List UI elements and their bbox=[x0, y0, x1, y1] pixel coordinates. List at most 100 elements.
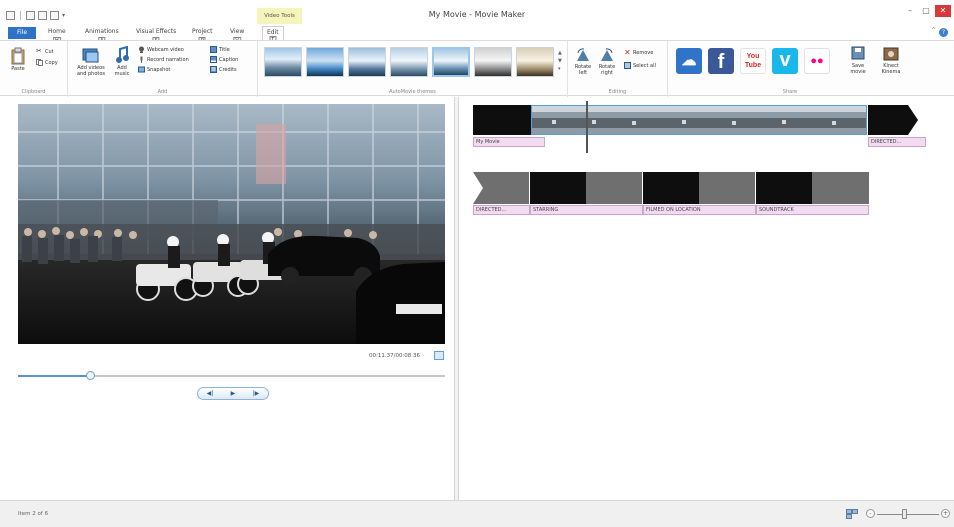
select-all-button[interactable]: Select all bbox=[624, 62, 656, 69]
kinect-kinema-button[interactable]: Kinect Kinema bbox=[876, 46, 906, 75]
caption-my-movie[interactable]: My Movie bbox=[473, 137, 545, 147]
rotate-right-icon bbox=[601, 48, 613, 61]
flickr-icon[interactable]: ●● bbox=[804, 48, 830, 74]
add-music-button[interactable]: Add music bbox=[110, 46, 134, 77]
split-icon[interactable] bbox=[434, 351, 444, 360]
seek-thumb[interactable] bbox=[86, 371, 96, 380]
tab-project-label: Project bbox=[192, 28, 213, 35]
ribbon: Paste ✂ Cut Copy Clipboard Add videos an… bbox=[0, 40, 954, 97]
title-label: Title bbox=[219, 46, 230, 53]
theme-thumbnail[interactable] bbox=[306, 47, 344, 77]
caption-label: Caption bbox=[219, 56, 239, 63]
share-group: ☁ f You Tube v ●● Save movie Kinect Kine… bbox=[668, 41, 912, 97]
copy-icon bbox=[36, 59, 43, 66]
seek-bar-progress bbox=[18, 375, 91, 377]
title-button[interactable]: Title bbox=[210, 46, 230, 53]
playback-controls: ◀| ▶ |▶ bbox=[197, 387, 269, 400]
onedrive-icon[interactable]: ☁ bbox=[676, 48, 702, 74]
help-icon[interactable]: ? bbox=[939, 28, 948, 37]
add-videos-photos-button[interactable]: Add videos and photos bbox=[74, 46, 108, 77]
theme-thumbnail[interactable] bbox=[390, 47, 428, 77]
caption-starring[interactable]: STARRING bbox=[530, 205, 643, 215]
theme-thumbnail-selected[interactable] bbox=[432, 47, 470, 77]
theme-thumbnail[interactable] bbox=[474, 47, 512, 77]
tab-animations[interactable]: Animations A bbox=[85, 28, 119, 45]
video-preview[interactable] bbox=[18, 104, 445, 344]
record-narration-label: Record narration bbox=[147, 56, 189, 63]
window-controls: – ▢ ✕ bbox=[903, 5, 951, 17]
tab-project[interactable]: Project P bbox=[192, 28, 213, 45]
editing-group-label: Editing bbox=[608, 89, 627, 95]
tab-view[interactable]: View V bbox=[230, 28, 244, 45]
snapshot-icon bbox=[138, 66, 145, 73]
webcam-video-button[interactable]: Webcam video bbox=[138, 46, 184, 53]
save-movie-label: Save movie bbox=[850, 63, 866, 75]
remove-button[interactable]: ✕ Remove bbox=[624, 48, 654, 57]
record-narration-button[interactable]: Record narration bbox=[138, 56, 189, 63]
minimize-button[interactable]: – bbox=[903, 5, 917, 17]
cut-button[interactable]: ✂ Cut bbox=[36, 48, 54, 55]
minimize-ribbon-icon[interactable]: ^ bbox=[931, 27, 936, 34]
vimeo-icon[interactable]: v bbox=[772, 48, 798, 74]
close-button[interactable]: ✕ bbox=[935, 5, 951, 17]
add-videos-label: Add videos and photos bbox=[76, 65, 106, 77]
zoom-in-button[interactable]: + bbox=[941, 509, 950, 518]
play-icon[interactable]: ▶ bbox=[231, 390, 236, 397]
video-clip-filmstrip bbox=[532, 106, 866, 134]
remove-label: Remove bbox=[633, 49, 654, 56]
rotate-left-button[interactable]: Rotate left bbox=[572, 47, 594, 76]
copy-label: Copy bbox=[45, 59, 58, 66]
seek-bar[interactable] bbox=[18, 375, 445, 377]
theme-thumbnail[interactable] bbox=[348, 47, 386, 77]
themes-scroll: ▲ ▼ ▾ bbox=[558, 49, 564, 75]
facebook-icon[interactable]: f bbox=[708, 48, 734, 74]
snapshot-button[interactable]: Snapshot bbox=[138, 66, 170, 73]
tab-visual-effects-label: Visual Effects bbox=[136, 28, 177, 35]
title-clip[interactable] bbox=[473, 105, 531, 135]
movie-maker-window: ▾ Video Tools My Movie - Movie Maker – ▢… bbox=[0, 0, 954, 527]
credits-row bbox=[473, 172, 869, 204]
maximize-button[interactable]: ▢ bbox=[919, 5, 933, 17]
clipboard-group-label: Clipboard bbox=[21, 89, 46, 95]
caption-soundtrack[interactable]: SOUNDTRACK bbox=[756, 205, 869, 215]
playhead[interactable] bbox=[586, 101, 588, 153]
thumbnail-size-icon[interactable] bbox=[846, 509, 858, 519]
tab-file[interactable]: File bbox=[8, 27, 36, 39]
previous-frame-icon[interactable]: ◀| bbox=[207, 390, 214, 397]
credits-icon bbox=[210, 66, 217, 73]
zoom-out-button[interactable]: - bbox=[866, 509, 875, 518]
caption-filmed-on-location[interactable]: FILMED ON LOCATION bbox=[643, 205, 756, 215]
themes-scroll-down-icon[interactable]: ▼ bbox=[558, 57, 564, 65]
theme-thumbnail[interactable] bbox=[516, 47, 554, 77]
zoom-slider-track[interactable] bbox=[877, 514, 939, 515]
paste-button[interactable]: Paste bbox=[8, 47, 28, 72]
rotate-right-button[interactable]: Rotate right bbox=[596, 47, 618, 76]
caption-directed[interactable]: DIRECTED... bbox=[473, 205, 530, 215]
next-frame-icon[interactable]: |▶ bbox=[253, 390, 260, 397]
tab-home[interactable]: Home H bbox=[48, 28, 66, 45]
snapshot-label: Snapshot bbox=[147, 66, 171, 73]
credits-clip[interactable] bbox=[868, 105, 918, 135]
credits-button[interactable]: Credits bbox=[210, 66, 237, 73]
caption-button[interactable]: Caption bbox=[210, 56, 238, 63]
rotate-left-icon bbox=[577, 48, 589, 61]
tab-edit-label: Edit bbox=[267, 29, 279, 36]
theme-thumbnail[interactable] bbox=[264, 47, 302, 77]
zoom-slider-thumb[interactable] bbox=[901, 509, 907, 519]
remove-x-icon: ✕ bbox=[624, 48, 631, 57]
caption-directed-end[interactable]: DIRECTED... bbox=[868, 137, 926, 147]
tab-visual-effects[interactable]: Visual Effects S bbox=[136, 28, 177, 45]
timecode-readout: 00:11.37/00:08.36 bbox=[369, 353, 421, 359]
youtube-icon[interactable]: You Tube bbox=[740, 48, 766, 74]
video-clip-selected[interactable] bbox=[531, 105, 867, 135]
add-group-label: Add bbox=[157, 89, 168, 95]
pane-splitter[interactable] bbox=[455, 97, 459, 500]
automovie-themes-group: ▲ ▼ ▾ AutoMovie themes bbox=[258, 41, 568, 97]
cut-label: Cut bbox=[45, 48, 54, 55]
ribbon-tabs: File Home H Animations A Visual Effects … bbox=[0, 26, 954, 45]
copy-button[interactable]: Copy bbox=[36, 59, 58, 66]
save-movie-button[interactable]: Save movie bbox=[844, 46, 872, 75]
tab-edit[interactable]: Edit T bbox=[262, 26, 284, 44]
themes-scroll-up-icon[interactable]: ▲ bbox=[558, 49, 564, 57]
themes-more-icon[interactable]: ▾ bbox=[558, 65, 564, 73]
